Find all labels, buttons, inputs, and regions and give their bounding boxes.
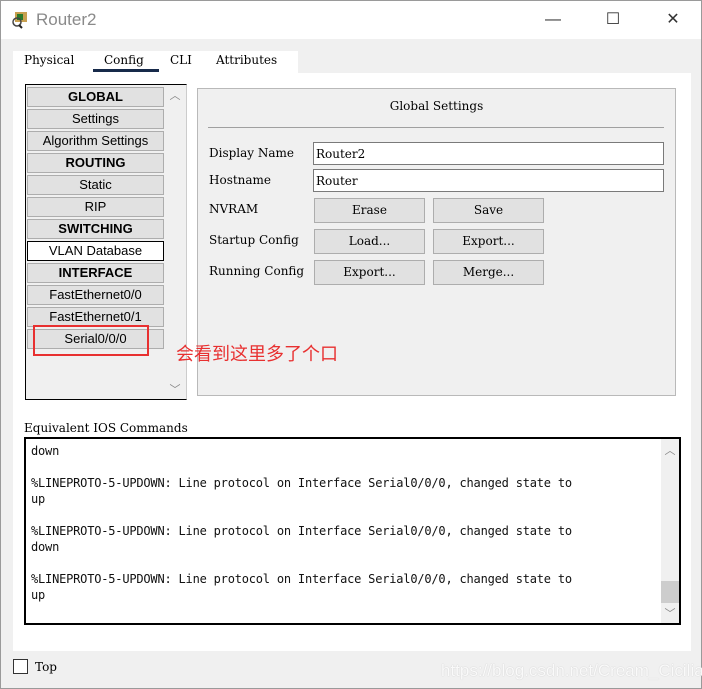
top-label: Top: [35, 660, 57, 674]
console-label: Equivalent IOS Commands: [24, 421, 188, 435]
console-line: %LINEPROTO-5-UPDOWN: Line protocol on In…: [31, 476, 572, 490]
watermark: https://blog.csdn.net/Cream_Cicilian: [441, 661, 702, 680]
merge-button[interactable]: Merge...: [433, 260, 544, 285]
scroll-up-icon[interactable]: ︿: [166, 87, 184, 103]
nvram-label: NVRAM: [209, 202, 259, 216]
top-checkbox[interactable]: [13, 659, 28, 674]
hostname-input[interactable]: Router: [313, 169, 664, 192]
panel-title: Global Settings: [389, 99, 484, 113]
router-app-icon: [12, 12, 27, 29]
scroll-down-icon[interactable]: ﹀: [661, 605, 679, 621]
sidebar-header-interface: INTERFACE: [27, 263, 164, 283]
running-config-label: Running Config: [209, 264, 305, 278]
sidebar-item-static[interactable]: Static: [27, 175, 164, 195]
annotation-highlight-box: [33, 325, 149, 356]
erase-button[interactable]: Erase: [314, 198, 425, 223]
save-button[interactable]: Save: [433, 198, 544, 223]
export-running-button[interactable]: Export...: [314, 260, 425, 285]
sidebar-item-algorithm-settings[interactable]: Algorithm Settings: [27, 131, 164, 151]
startup-config-label: Startup Config: [209, 233, 299, 247]
sidebar-item-fastethernet0-1[interactable]: FastEthernet0/1: [27, 307, 164, 327]
console-line: %LINEPROTO-5-UPDOWN: Line protocol on In…: [31, 524, 572, 538]
scroll-up-icon[interactable]: ︿: [661, 442, 679, 458]
display-name-input[interactable]: Router2: [313, 142, 664, 165]
tab-attributes[interactable]: Attributes: [216, 53, 277, 67]
export-startup-button[interactable]: Export...: [433, 229, 544, 254]
tab-cli[interactable]: CLI: [170, 53, 192, 67]
console-line: %LINEPROTO-5-UPDOWN: Line protocol on In…: [31, 572, 572, 586]
tab-config[interactable]: Config: [104, 53, 144, 67]
sidebar-item-vlan-database[interactable]: VLAN Database: [27, 241, 164, 261]
window-title: Router2: [36, 10, 97, 29]
active-tab-indicator: [93, 69, 159, 72]
minimize-button[interactable]: —: [533, 7, 573, 33]
load-button[interactable]: Load...: [314, 229, 425, 254]
scroll-down-icon[interactable]: ﹀: [166, 381, 184, 397]
sidebar-header-global: GLOBAL: [27, 87, 164, 107]
hostname-label: Hostname: [209, 173, 272, 187]
display-name-label: Display Name: [209, 146, 295, 160]
console-scrollbar[interactable]: ︿ ﹀: [661, 439, 679, 623]
console-line: up: [31, 588, 46, 602]
sidebar-header-routing: ROUTING: [27, 153, 164, 173]
divider: [208, 127, 664, 128]
close-button[interactable]: ✕: [653, 7, 693, 33]
sidebar-item-fastethernet0-0[interactable]: FastEthernet0/0: [27, 285, 164, 305]
scroll-thumb[interactable]: [661, 581, 679, 603]
console-line: down: [31, 540, 60, 554]
sidebar-item-settings[interactable]: Settings: [27, 109, 164, 129]
ios-commands-console[interactable]: down %LINEPROTO-5-UPDOWN: Line protocol …: [24, 437, 681, 625]
console-line: down: [31, 444, 60, 458]
sidebar-item-rip[interactable]: RIP: [27, 197, 164, 217]
sidebar-header-switching: SWITCHING: [27, 219, 164, 239]
annotation-text: 会看到这里多了个口: [176, 344, 338, 365]
tab-physical[interactable]: Physical: [24, 53, 74, 67]
console-line: up: [31, 492, 46, 506]
maximize-button[interactable]: ☐: [593, 7, 633, 33]
